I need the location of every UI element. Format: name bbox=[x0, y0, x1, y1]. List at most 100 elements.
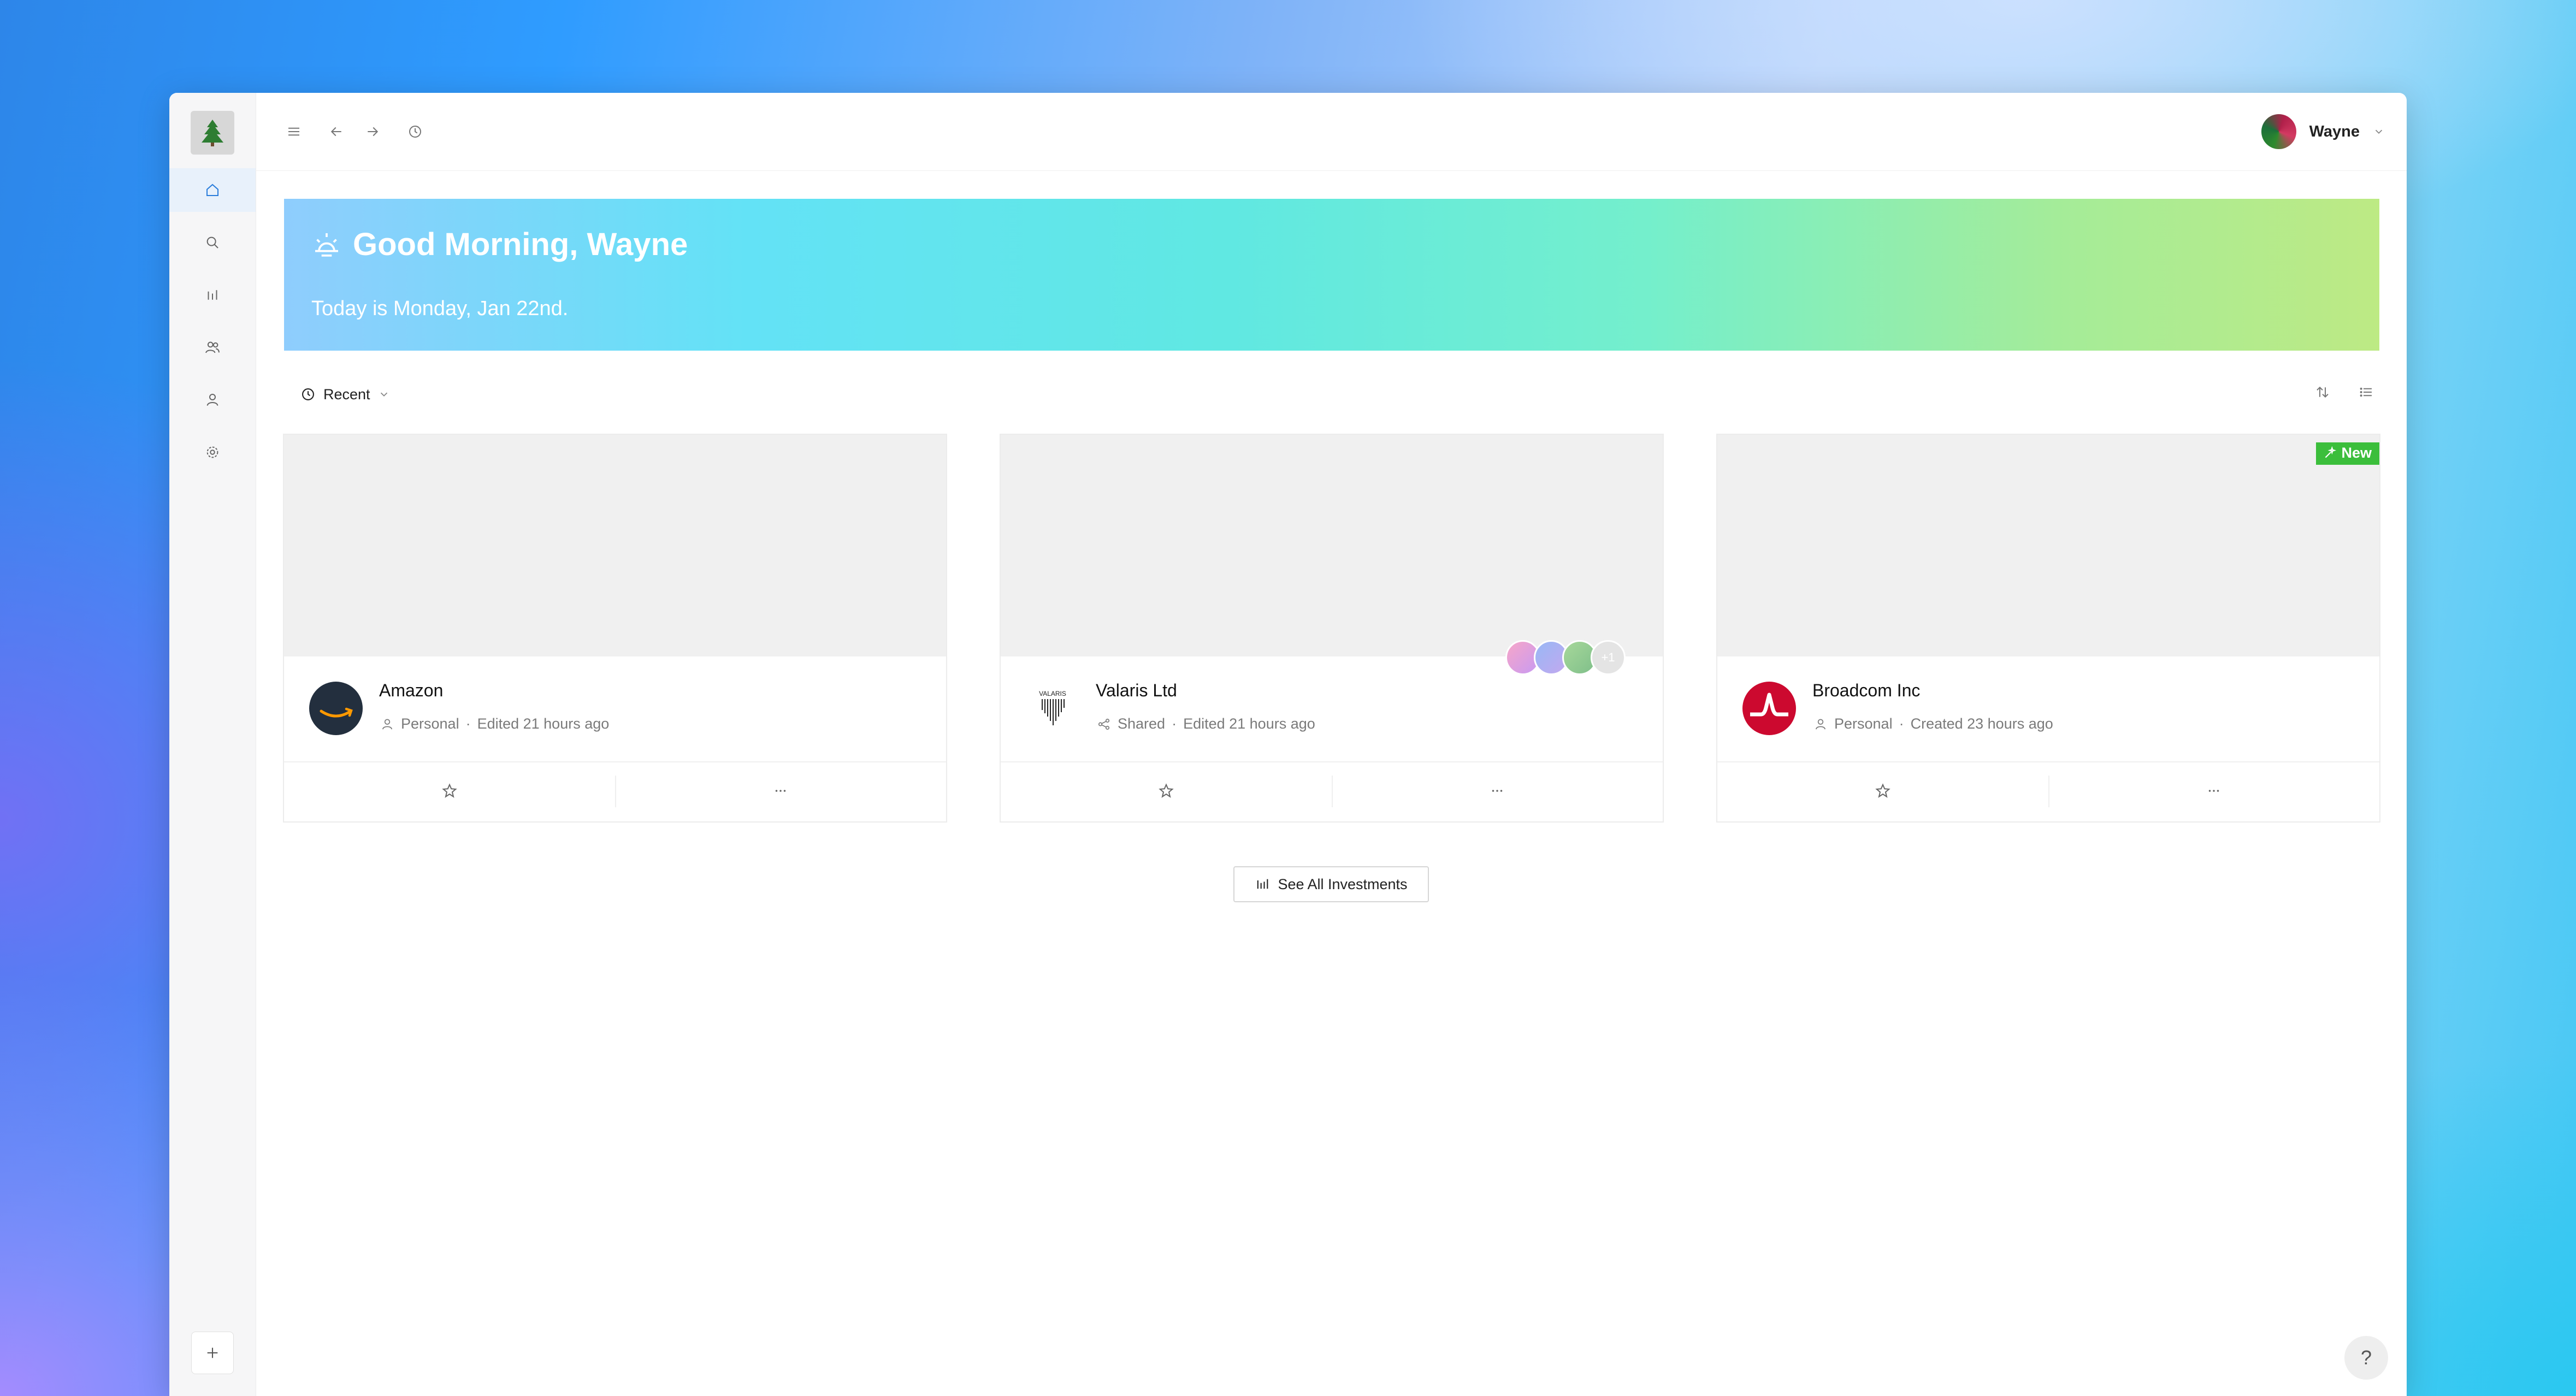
recent-filter-dropdown[interactable]: Recent bbox=[300, 383, 390, 405]
avatar bbox=[2261, 114, 2296, 149]
investment-card-valaris[interactable]: +1 VALARIS Valaris Ltd Shared · Edited 2… bbox=[1000, 434, 1664, 823]
list-view-icon bbox=[2360, 387, 2372, 397]
menu-button[interactable] bbox=[281, 119, 307, 145]
more-horizontal-icon bbox=[775, 790, 786, 792]
card-status: Edited 21 hours ago bbox=[1183, 715, 1315, 732]
more-horizontal-icon bbox=[1492, 790, 1503, 792]
sort-icon bbox=[2317, 386, 2329, 398]
users-icon bbox=[205, 341, 220, 353]
back-button[interactable] bbox=[323, 119, 350, 145]
card-meta: Personal · Created 23 hours ago bbox=[1813, 715, 2053, 732]
date-text: Today is Monday, Jan 22nd. bbox=[311, 297, 569, 320]
card-actions bbox=[1717, 760, 2379, 821]
home-icon bbox=[206, 184, 218, 196]
user-icon bbox=[206, 394, 218, 406]
user-icon bbox=[1816, 718, 1825, 730]
see-all-investments-button[interactable]: See All Investments bbox=[1233, 866, 1429, 902]
card-access: Shared bbox=[1118, 715, 1166, 732]
card-actions bbox=[1001, 760, 1663, 821]
top-bar: Wayne bbox=[256, 93, 2407, 171]
divider bbox=[615, 776, 616, 807]
valaris-logo: VALARIS bbox=[1026, 682, 1079, 735]
app-window: Wayne Good Morning, Wayne Today is Monda… bbox=[169, 93, 2407, 1396]
add-button[interactable] bbox=[191, 1332, 234, 1374]
card-title: Valaris Ltd bbox=[1096, 681, 1177, 700]
star-icon bbox=[1875, 783, 1890, 798]
meta-separator: · bbox=[1172, 715, 1177, 732]
bar-chart-icon bbox=[1257, 879, 1268, 889]
star-icon bbox=[1159, 783, 1174, 798]
chevron-down-icon bbox=[2375, 129, 2383, 134]
card-thumbnail bbox=[1001, 435, 1663, 656]
share-icon bbox=[1098, 718, 1110, 730]
card-meta: Personal · Edited 21 hours ago bbox=[380, 715, 609, 732]
more-options-button[interactable] bbox=[615, 760, 946, 821]
search-icon bbox=[206, 236, 218, 249]
forward-button[interactable] bbox=[359, 119, 386, 145]
card-access: Personal bbox=[401, 715, 459, 732]
sidebar-item-profile[interactable] bbox=[169, 378, 256, 422]
more-options-button[interactable] bbox=[1332, 760, 1663, 821]
user-icon bbox=[382, 718, 392, 730]
new-badge-label: New bbox=[2341, 445, 2372, 461]
back-arrow-icon bbox=[330, 127, 341, 137]
sidebar-item-team[interactable] bbox=[169, 326, 256, 369]
investment-card-broadcom[interactable]: New Broadcom Inc Personal · Created 23 h… bbox=[1716, 434, 2380, 823]
sidebar bbox=[169, 93, 256, 1396]
tree-icon bbox=[202, 120, 223, 146]
greeting-title: Good Morning, Wayne bbox=[353, 227, 688, 262]
card-status: Edited 21 hours ago bbox=[477, 715, 610, 732]
card-info: Broadcom Inc Personal · Created 23 hours… bbox=[1717, 656, 2379, 762]
favorite-button[interactable] bbox=[284, 760, 615, 821]
card-title: Broadcom Inc bbox=[1812, 681, 1921, 700]
meta-separator: · bbox=[465, 715, 471, 732]
greeting-banner: Good Morning, Wayne Today is Monday, Jan… bbox=[284, 199, 2379, 351]
sort-button[interactable] bbox=[2312, 381, 2333, 403]
card-thumbnail bbox=[1717, 435, 2379, 656]
card-meta: Shared · Edited 21 hours ago bbox=[1097, 715, 1315, 732]
card-access: Personal bbox=[1834, 715, 1893, 732]
forward-arrow-icon bbox=[368, 127, 379, 137]
gear-icon bbox=[206, 446, 218, 458]
greeting-title-row: Good Morning, Wayne bbox=[311, 226, 688, 263]
history-button[interactable] bbox=[402, 119, 428, 145]
svg-text:VALARIS: VALARIS bbox=[1039, 690, 1066, 697]
new-badge: New bbox=[2316, 442, 2379, 465]
favorite-button[interactable] bbox=[1001, 760, 1332, 821]
sidebar-item-analytics[interactable] bbox=[169, 273, 256, 317]
history-icon bbox=[409, 126, 421, 138]
sidebar-item-settings[interactable] bbox=[169, 430, 256, 474]
sidebar-item-home[interactable] bbox=[169, 168, 256, 212]
filter-label: Recent bbox=[323, 386, 370, 403]
app-logo[interactable] bbox=[191, 111, 234, 155]
amazon-logo bbox=[309, 682, 363, 735]
user-menu[interactable]: Wayne bbox=[2261, 114, 2385, 150]
card-status: Created 23 hours ago bbox=[1910, 715, 2053, 732]
favorite-button[interactable] bbox=[1717, 760, 2048, 821]
card-info: Amazon Personal · Edited 21 hours ago bbox=[284, 656, 946, 762]
meta-separator: · bbox=[1899, 715, 1904, 732]
card-info: VALARIS Valaris Ltd Shared · Edited 21 h… bbox=[1001, 656, 1663, 762]
sidebar-item-search[interactable] bbox=[169, 221, 256, 264]
card-thumbnail bbox=[284, 435, 946, 656]
divider bbox=[1332, 776, 1333, 807]
clock-icon bbox=[302, 388, 314, 400]
more-options-button[interactable] bbox=[2048, 760, 2379, 821]
sunrise-icon bbox=[315, 233, 338, 257]
broadcom-logo bbox=[1742, 682, 1796, 735]
sparkle-icon bbox=[2325, 446, 2337, 458]
user-name: Wayne bbox=[2309, 122, 2360, 140]
see-all-label: See All Investments bbox=[1278, 876, 1408, 892]
card-actions bbox=[284, 760, 946, 821]
bar-chart-icon bbox=[208, 290, 217, 300]
divider bbox=[2048, 776, 2049, 807]
investment-card-amazon[interactable]: Amazon Personal · Edited 21 hours ago bbox=[283, 434, 947, 823]
star-icon bbox=[442, 783, 457, 798]
list-view-button[interactable] bbox=[2355, 381, 2377, 403]
plus-icon bbox=[207, 1347, 218, 1358]
menu-icon bbox=[288, 127, 299, 136]
more-horizontal-icon bbox=[2208, 790, 2219, 792]
help-button[interactable]: ? bbox=[2344, 1336, 2388, 1380]
chevron-down-icon bbox=[380, 392, 387, 397]
card-title: Amazon bbox=[379, 681, 444, 700]
